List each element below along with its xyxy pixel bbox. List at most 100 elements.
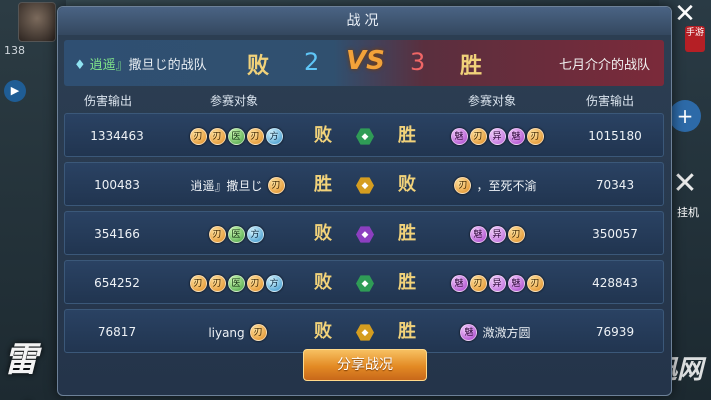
match-emblem-icon: ◆ <box>347 212 383 256</box>
players-right: 魅刃异魅刃 <box>431 261 563 305</box>
damage-left: 1334463 <box>90 129 144 143</box>
match-emblem-icon: ◆ <box>347 163 383 207</box>
table-header: 伤害输出 参赛对象 参赛对象 伤害输出 <box>64 89 664 111</box>
left-team-name: ♦ 逍遥』撒旦じ的战队 <box>74 54 207 73</box>
header-damage-left: 伤害输出 <box>84 94 133 108</box>
panel-title: 战况 <box>58 7 671 35</box>
table-row: 1334463 刃刃医刃方 败 ◆ 胜 魅刃异魅刃 1015180 <box>64 113 664 157</box>
damage-left: 76817 <box>97 325 137 339</box>
match-emblem-icon: ◆ <box>347 310 383 354</box>
player-orb-icon: 医 <box>227 226 245 243</box>
player-orb-icon: 医 <box>227 128 245 145</box>
header-damage-right: 伤害输出 <box>586 94 635 108</box>
players-right: 魅溦溦方圆 <box>431 310 563 354</box>
players-left: 刃医方 <box>173 212 299 256</box>
player-orb-icon: 魅 <box>507 275 525 292</box>
player-orb-icon: 魅 <box>469 226 487 243</box>
right-result: 胜 <box>398 125 416 146</box>
player-name: 溦溦方圆 <box>482 325 531 340</box>
damage-right: 1015180 <box>588 129 642 143</box>
header-players-right: 参赛对象 <box>468 94 517 108</box>
player-orb-icon: 刃 <box>246 128 264 145</box>
close-icon[interactable]: ✕ <box>673 1 697 27</box>
player-orb-icon: 魅 <box>450 128 468 145</box>
players-right: 魅异刃 <box>431 212 563 256</box>
left-result: 胜 <box>314 174 332 195</box>
play-icon[interactable]: ▶ <box>4 80 26 102</box>
player-orb-icon: 魅 <box>507 128 525 145</box>
left-result: 败 <box>314 272 332 293</box>
score-bar: ♦ 逍遥』撒旦じ的战队 败 2 VS 3 胜 七月介介的战队 <box>64 40 664 86</box>
table-row: 354166 刃医方 败 ◆ 胜 魅异刃 350057 <box>64 211 664 255</box>
player-orb-icon: 异 <box>488 128 506 145</box>
auto-battle-label[interactable]: 挂机 <box>677 204 699 220</box>
player-orb-icon: 刃 <box>507 226 525 243</box>
player-orb-icon: 刃 <box>267 177 285 194</box>
player-name: liyang <box>208 325 245 340</box>
player-orb-icon: 刃 <box>208 128 226 145</box>
damage-right: 350057 <box>592 227 638 241</box>
right-team-score: 3 <box>410 48 426 76</box>
right-result: 胜 <box>398 321 416 342</box>
match-emblem-icon: ◆ <box>347 261 383 305</box>
player-orb-icon: 刃 <box>189 275 207 292</box>
player-orb-icon: 刃 <box>454 177 472 194</box>
player-orb-icon: 方 <box>246 226 264 243</box>
match-rows: 1334463 刃刃医刃方 败 ◆ 胜 魅刃异魅刃 1015180 100483… <box>64 113 664 358</box>
left-team-result: 败 <box>247 53 270 79</box>
battle-report-panel: 战况 ♦ 逍遥』撒旦じ的战队 败 2 VS 3 胜 七月介介的战队 伤害输出 参赛… <box>57 6 672 396</box>
damage-right: 428843 <box>592 276 638 290</box>
left-team-name-green: 逍遥』 <box>89 58 129 73</box>
left-result: 败 <box>314 125 332 146</box>
damage-right: 70343 <box>595 178 635 192</box>
players-right: 刃 ，至死不渝 <box>431 163 563 207</box>
damage-left: 654252 <box>94 276 140 290</box>
right-team-name: 七月介介的战队 <box>558 58 650 73</box>
share-battle-report-button[interactable]: 分享战况 <box>303 349 427 381</box>
player-orb-icon: 医 <box>227 275 245 292</box>
right-result: 胜 <box>398 223 416 244</box>
player-level: 138 <box>4 44 25 57</box>
player-orb-icon: 魅 <box>450 275 468 292</box>
player-orb-icon: 异 <box>488 275 506 292</box>
right-result: 胜 <box>398 272 416 293</box>
player-name: 逍遥』撒旦じ <box>190 178 263 193</box>
player-orb-icon: 方 <box>265 275 283 292</box>
player-orb-icon: 异 <box>488 226 506 243</box>
player-name: ，至死不渝 <box>476 178 537 193</box>
player-orb-icon: 刃 <box>208 275 226 292</box>
right-result: 败 <box>398 174 416 195</box>
table-row: 100483 逍遥』撒旦じ刃 胜 ◆ 败 刃，至死不渝 70343 <box>64 162 664 206</box>
logo-tag: 手游 <box>685 26 705 52</box>
right-team-result: 胜 <box>460 53 483 79</box>
player-orb-icon: 刃 <box>189 128 207 145</box>
player-orb-icon: 刃 <box>469 128 487 145</box>
player-orb-icon: 刃 <box>526 128 544 145</box>
players-left: liyang 刃 <box>173 310 299 354</box>
left-team-score: 2 <box>304 48 320 76</box>
brand-text: 雷大 <box>4 340 38 380</box>
player-orb-icon: 方 <box>265 128 283 145</box>
player-orb-icon: 刃 <box>469 275 487 292</box>
table-row: 654252 刃刃医刃方 败 ◆ 胜 魅刃异魅刃 428843 <box>64 260 664 304</box>
player-orb-icon: 魅 <box>460 324 478 341</box>
header-players-left: 参赛对象 <box>210 94 259 108</box>
crossed-swords-icon[interactable]: ✕ <box>669 168 701 200</box>
vs-label: VS <box>346 46 385 76</box>
left-result: 败 <box>314 223 332 244</box>
player-orb-icon: 刃 <box>246 275 264 292</box>
left-result: 败 <box>314 321 332 342</box>
player-orb-icon: 刃 <box>249 324 267 341</box>
damage-right: 76939 <box>595 325 635 339</box>
damage-left: 100483 <box>94 178 140 192</box>
plus-icon[interactable]: + <box>669 100 701 132</box>
match-emblem-icon: ◆ <box>347 114 383 158</box>
players-left: 刃刃医刃方 <box>173 114 299 158</box>
player-orb-icon: 刃 <box>526 275 544 292</box>
player-avatar[interactable] <box>18 2 56 42</box>
left-team-name-rest: 撒旦じ的战队 <box>128 58 207 73</box>
damage-left: 354166 <box>94 227 140 241</box>
table-row: 76817 liyang 刃 败 ◆ 胜 魅溦溦方圆 76939 <box>64 309 664 353</box>
player-orb-icon: 刃 <box>208 226 226 243</box>
players-left: 逍遥』撒旦じ刃 <box>173 163 299 207</box>
